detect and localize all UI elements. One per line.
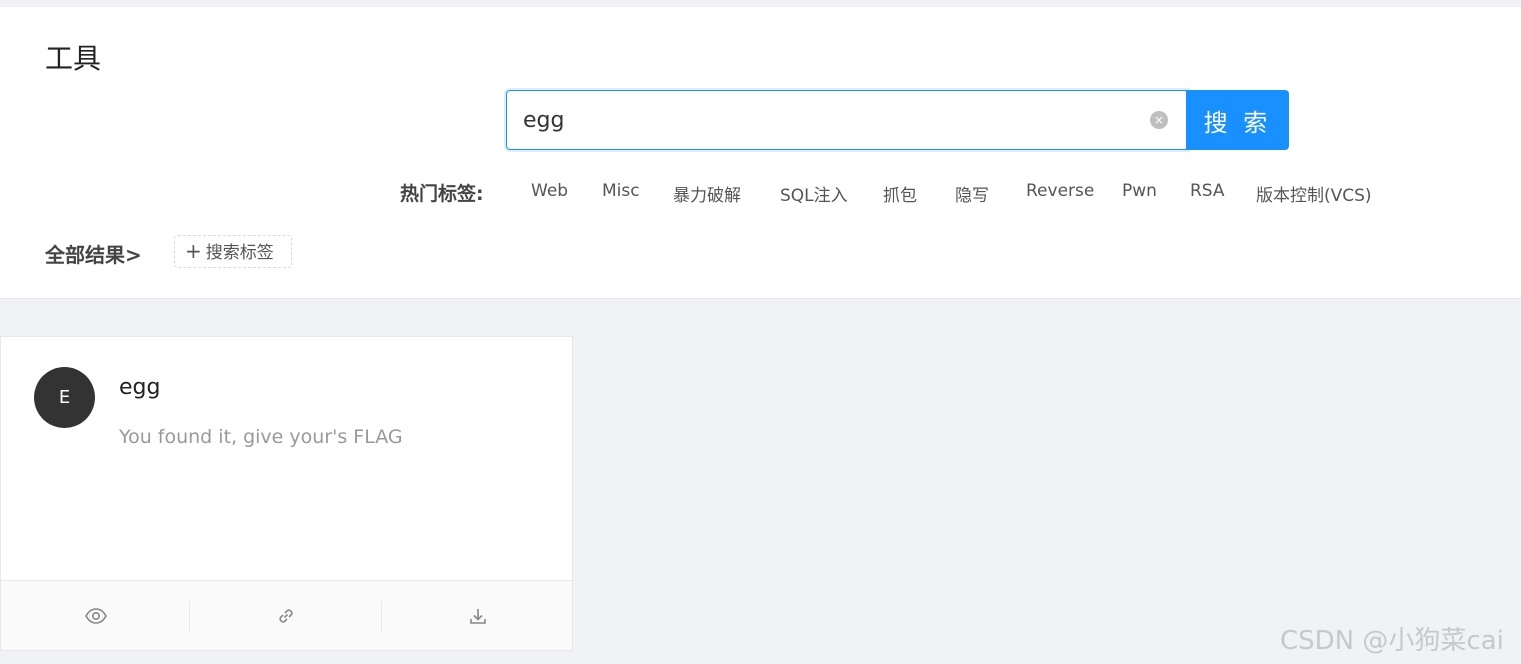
tag-sql-injection[interactable]: SQL注入 [780, 181, 848, 206]
card-title: egg [119, 375, 161, 400]
tag-packet-capture[interactable]: 抓包 [883, 181, 917, 206]
result-card[interactable]: E egg You found it, give your's FLAG [0, 336, 573, 651]
link-icon [279, 609, 293, 623]
tag-vcs[interactable]: 版本控制(VCS) [1256, 181, 1372, 206]
tag-web[interactable]: Web [531, 181, 568, 201]
download-icon [470, 609, 486, 624]
eye-icon [85, 608, 107, 624]
action-divider [381, 601, 382, 633]
view-action[interactable] [1, 581, 191, 651]
tag-misc[interactable]: Misc [602, 181, 640, 201]
tag-pwn[interactable]: Pwn [1122, 181, 1157, 201]
add-tag-label: 搜索标签 [205, 243, 274, 263]
search-input[interactable] [523, 91, 1123, 149]
card-actions [1, 580, 572, 650]
plus-icon: + [185, 239, 202, 263]
avatar: E [34, 367, 95, 428]
add-tag-button[interactable]: + 搜索标签 [174, 235, 292, 268]
tag-rsa[interactable]: RSA [1190, 181, 1225, 201]
tag-steganography[interactable]: 隐写 [955, 181, 989, 206]
tag-brute-force[interactable]: 暴力破解 [673, 181, 741, 206]
all-results-label[interactable]: 全部结果> [45, 239, 142, 268]
action-divider [189, 601, 190, 633]
clear-icon[interactable]: × [1150, 111, 1168, 129]
hot-tags-label: 热门标签: [400, 183, 484, 205]
card-description: You found it, give your's FLAG [119, 426, 403, 448]
top-strip [0, 0, 1521, 7]
search-box[interactable]: × [506, 90, 1188, 150]
tag-reverse[interactable]: Reverse [1026, 181, 1094, 201]
link-action[interactable] [191, 581, 381, 651]
page-title: 工具 [45, 42, 102, 75]
search-button[interactable]: 搜 索 [1186, 90, 1289, 150]
watermark: CSDN @小狗菜cai [1280, 626, 1504, 656]
download-action[interactable] [383, 581, 573, 651]
